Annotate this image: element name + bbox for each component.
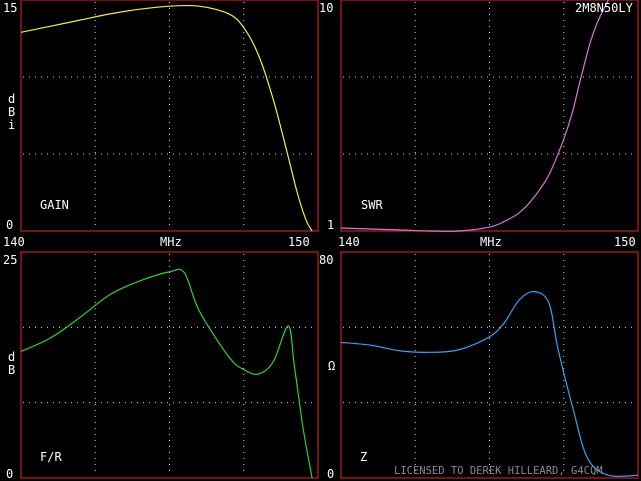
gain-y-bottom-label: 0	[6, 218, 13, 232]
swr-x-mid-label: MHz	[480, 235, 502, 249]
swr-x-right-label: 150	[614, 235, 636, 249]
gain-x-right-label: 150	[288, 235, 310, 249]
svg-text:dBi: dBi	[8, 92, 15, 132]
svg-text:dB: dB	[8, 350, 15, 377]
background	[0, 0, 641, 481]
gain-series-label: GAIN	[40, 198, 69, 212]
z-y-bottom-label: 0	[327, 467, 334, 481]
fr-unit-label: dB	[8, 350, 15, 377]
swr-y-bottom-label: 1	[327, 218, 334, 232]
model-name: 2M8N50LY	[575, 1, 634, 15]
gain-unit-label: dBi	[8, 92, 15, 132]
z-y-top-label: 80	[319, 253, 333, 267]
gain-x-left-label: 140	[3, 235, 25, 249]
antenna-plot-canvas: 15 0 dBi GAIN 140 MHz 150 10 1 SWR 2M8N5…	[0, 0, 641, 481]
z-series-label: Z	[360, 450, 367, 464]
swr-series-label: SWR	[361, 198, 383, 212]
fr-series-label: F/R	[40, 450, 62, 464]
swr-y-top-label: 10	[319, 1, 333, 15]
gain-x-mid-label: MHz	[160, 235, 182, 249]
gain-y-top-label: 15	[3, 1, 17, 15]
swr-x-left-label: 140	[338, 235, 360, 249]
license-text: LICENSED TO DEREK HILLEARD, G4CQM	[394, 465, 603, 477]
z-unit-label: Ω	[328, 359, 335, 373]
fr-y-top-label: 25	[3, 253, 17, 267]
fr-y-bottom-label: 0	[6, 467, 13, 481]
